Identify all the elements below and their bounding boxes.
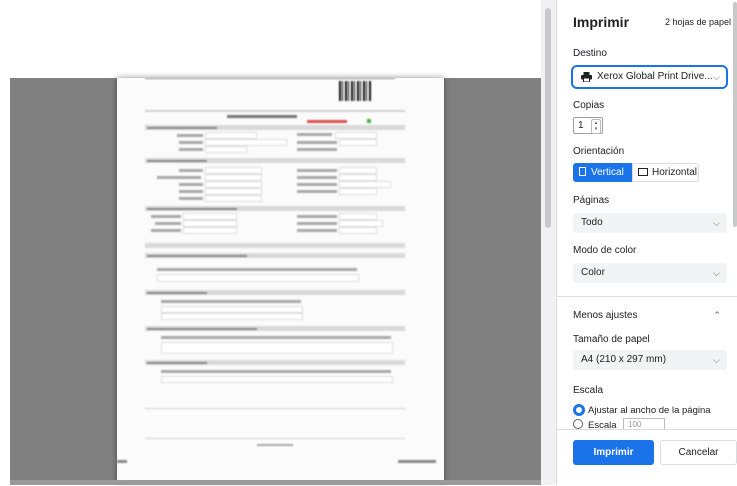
settings-scrollbar[interactable]: [733, 2, 737, 227]
color-mode-select[interactable]: Color ⌵: [573, 263, 727, 283]
copies-label: Copias: [573, 100, 605, 111]
pages-select[interactable]: Todo ⌵: [573, 213, 727, 233]
landscape-icon: [638, 168, 648, 176]
color-mode-value: Color: [581, 267, 605, 278]
divider: [557, 296, 737, 297]
page-footer-right: [398, 460, 436, 463]
scale-fit-label: Ajustar al ancho de la página: [588, 405, 711, 416]
paper-size-value: A4 (210 x 297 mm): [581, 354, 667, 365]
portrait-icon: [579, 167, 586, 176]
orientation-vertical-label: Vertical: [591, 167, 624, 178]
page-footer-left: [117, 460, 127, 463]
dialog-footer: Imprimir Cancelar: [557, 429, 737, 486]
preview-bottom-edge: [10, 480, 556, 485]
orientation-horizontal-label: Horizontal: [652, 167, 698, 178]
sheet-count: 2 hojas de papel: [665, 17, 732, 27]
copies-stepper[interactable]: ▴ ▾: [591, 119, 601, 134]
printer-icon: [581, 72, 592, 82]
chevron-down-icon: ⌵: [713, 268, 720, 278]
chevron-down-icon: ⌵: [713, 355, 720, 365]
copies-value: 1: [578, 120, 584, 131]
print-preview-area: [0, 0, 556, 485]
less-settings-toggle[interactable]: Menos ajustes ⌃: [573, 310, 727, 321]
paper-size-label: Tamaño de papel: [573, 334, 650, 345]
scale-label: Escala: [573, 385, 604, 396]
scale-input[interactable]: 100: [623, 418, 665, 429]
less-settings-label: Menos ajustes: [573, 310, 638, 321]
barcode-image: [339, 81, 371, 101]
copies-input[interactable]: 1 ▴ ▾: [573, 117, 603, 134]
dialog-title: Imprimir: [573, 14, 630, 30]
paper-size-select[interactable]: A4 (210 x 297 mm) ⌵: [573, 350, 727, 370]
pages-label: Páginas: [573, 195, 610, 206]
scale-custom-label: Escala: [588, 420, 617, 429]
print-button[interactable]: Imprimir: [573, 440, 654, 465]
scale-custom-radio[interactable]: [573, 419, 583, 429]
chevron-down-icon: ⌵: [713, 218, 720, 228]
chevron-down-icon: ⌵: [713, 72, 720, 82]
chevron-up-icon: ⌃: [713, 310, 721, 320]
scale-fit-radio[interactable]: [573, 404, 585, 416]
destination-label: Destino: [573, 48, 607, 59]
preview-page[interactable]: [117, 78, 444, 482]
preview-scrollbar-thumb[interactable]: [545, 8, 551, 228]
pages-value: Todo: [581, 217, 603, 228]
orientation-horizontal-button[interactable]: Horizontal: [632, 163, 699, 182]
settings-scroll-area: Imprimir 2 hojas de papel Destino Xerox …: [557, 0, 737, 429]
destination-select[interactable]: Xerox Global Print Drive... ⌵: [571, 65, 728, 89]
color-mode-label: Modo de color: [573, 245, 637, 256]
scale-value: 100: [628, 420, 642, 429]
print-settings-panel: Imprimir 2 hojas de papel Destino Xerox …: [556, 0, 737, 486]
cancel-button[interactable]: Cancelar: [660, 440, 737, 465]
orientation-vertical-button[interactable]: Vertical: [573, 163, 632, 182]
preview-page-content: [117, 78, 444, 482]
destination-value: Xerox Global Print Drive...: [597, 71, 713, 82]
orientation-label: Orientación: [573, 146, 625, 157]
